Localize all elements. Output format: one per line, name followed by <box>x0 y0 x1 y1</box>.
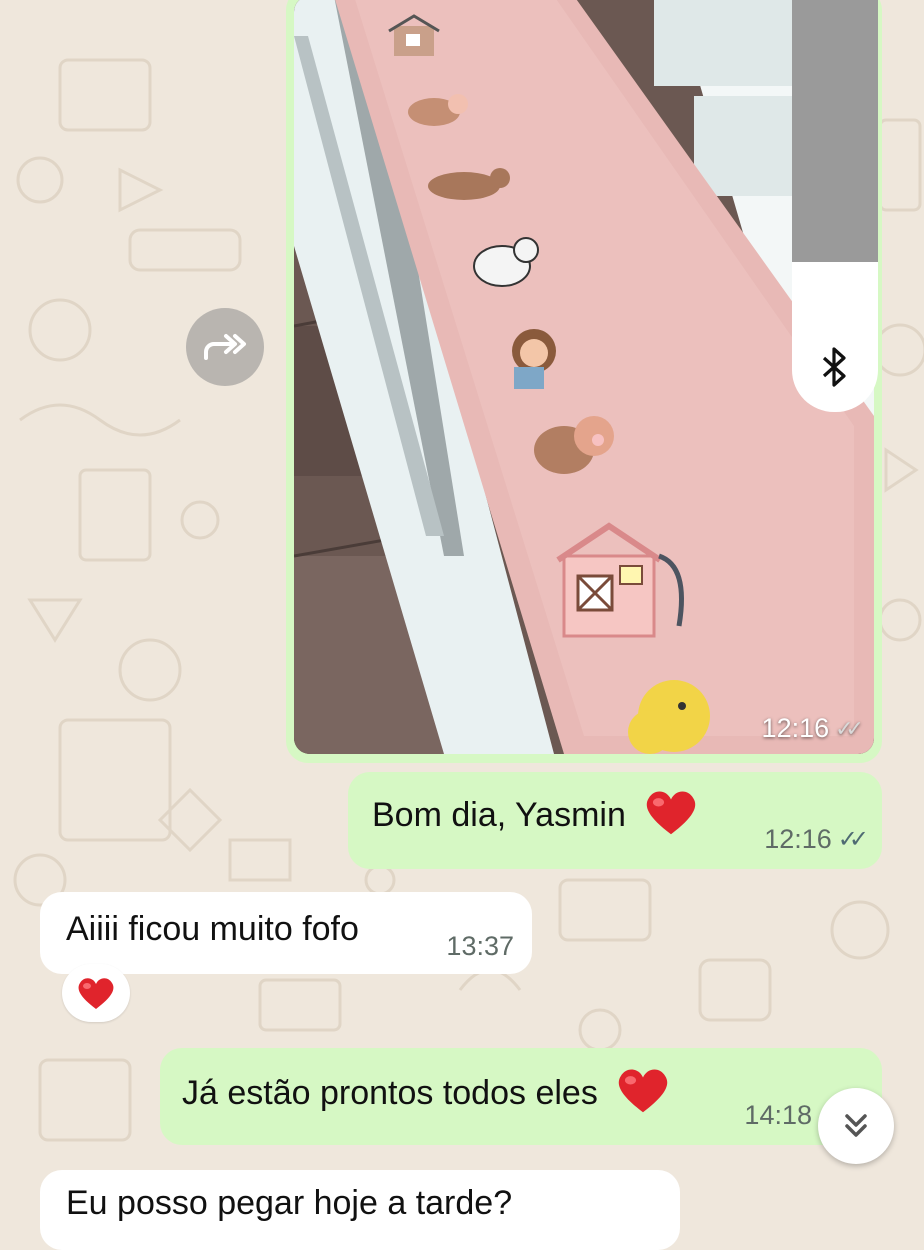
red-heart-emoji <box>619 1069 668 1113</box>
embroidered-bumper-photo[interactable]: 12:16 ✓✓ <box>294 0 874 754</box>
message-timestamp: 12:16 <box>764 824 832 854</box>
forward-icon <box>204 334 246 360</box>
message-reaction[interactable] <box>62 964 130 1022</box>
double-check-icon: ✓✓ <box>837 826 869 853</box>
forward-button[interactable] <box>186 308 264 386</box>
message-bubble-incoming[interactable]: Aiiii ficou muito fofo 13:37 <box>40 892 532 974</box>
red-heart-emoji <box>647 791 696 835</box>
system-side-panel[interactable] <box>792 0 878 412</box>
message-text: Eu posso pegar hoje a tarde? <box>66 1184 513 1222</box>
photo-timestamp: 12:16 ✓✓ <box>761 713 864 743</box>
double-check-icon: ✓✓ <box>835 715 864 741</box>
message-bubble-incoming[interactable]: Eu posso pegar hoje a tarde? <box>40 1170 680 1250</box>
message-bubble-outgoing[interactable]: Já estão prontos todos eles 14:18 <box>160 1048 882 1145</box>
scroll-to-bottom-button[interactable] <box>818 1088 894 1164</box>
message-timestamp: 14:18 <box>744 1100 812 1130</box>
message-text: Bom dia, Yasmin <box>372 796 626 834</box>
bluetooth-icon <box>822 347 846 387</box>
red-heart-emoji <box>78 978 114 1009</box>
message-timestamp: 13:37 <box>446 931 514 961</box>
bluetooth-toggle[interactable] <box>792 262 878 412</box>
message-text: Já estão prontos todos eles <box>182 1074 598 1112</box>
message-text: Aiiii ficou muito fofo <box>66 910 359 948</box>
message-bubble-outgoing[interactable]: Bom dia, Yasmin 12:16 ✓✓ <box>348 772 882 869</box>
double-chevron-down-icon <box>845 1114 867 1137</box>
volume-slider-track[interactable] <box>792 0 878 262</box>
